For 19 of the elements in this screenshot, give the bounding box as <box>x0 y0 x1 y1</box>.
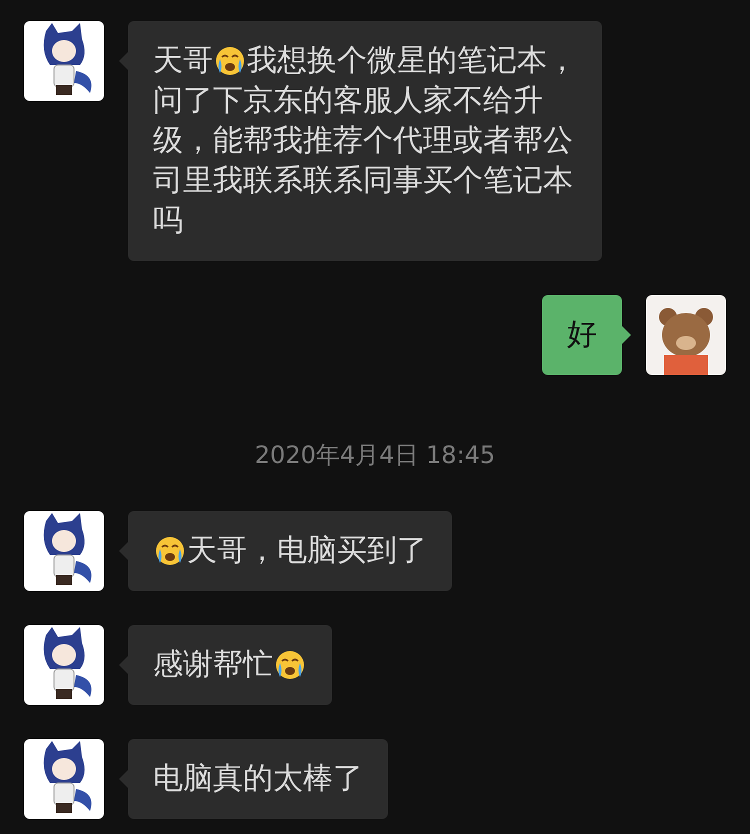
message-text: 天哥，电脑买到了 <box>187 532 427 570</box>
message-text: 司里我联系联系同事买个笔记本 <box>153 162 573 200</box>
message-text: 电脑真的太棒了 <box>153 760 363 798</box>
message-text: 级，能帮我推荐个代理或者帮公 <box>153 122 573 160</box>
message-text: 感谢帮忙 <box>153 646 273 684</box>
message-text: 我想换个微星的笔记本， <box>247 42 577 80</box>
message-text: 吗 <box>153 202 183 240</box>
message-text: 天哥 <box>153 42 213 80</box>
crying-emoji-icon <box>214 45 246 77</box>
crying-emoji-icon <box>154 535 186 567</box>
character-avatar[interactable] <box>24 625 104 705</box>
bear-avatar[interactable] <box>646 295 726 375</box>
character-avatar[interactable] <box>24 21 104 101</box>
message-text: 问了下京东的客服人家不给升 <box>153 82 543 120</box>
character-avatar[interactable] <box>24 739 104 819</box>
crying-emoji-icon <box>274 649 306 681</box>
timestamp: 2020年4月4日 18:45 <box>254 440 496 471</box>
message-text: 好 <box>567 316 597 354</box>
character-avatar[interactable] <box>24 511 104 591</box>
